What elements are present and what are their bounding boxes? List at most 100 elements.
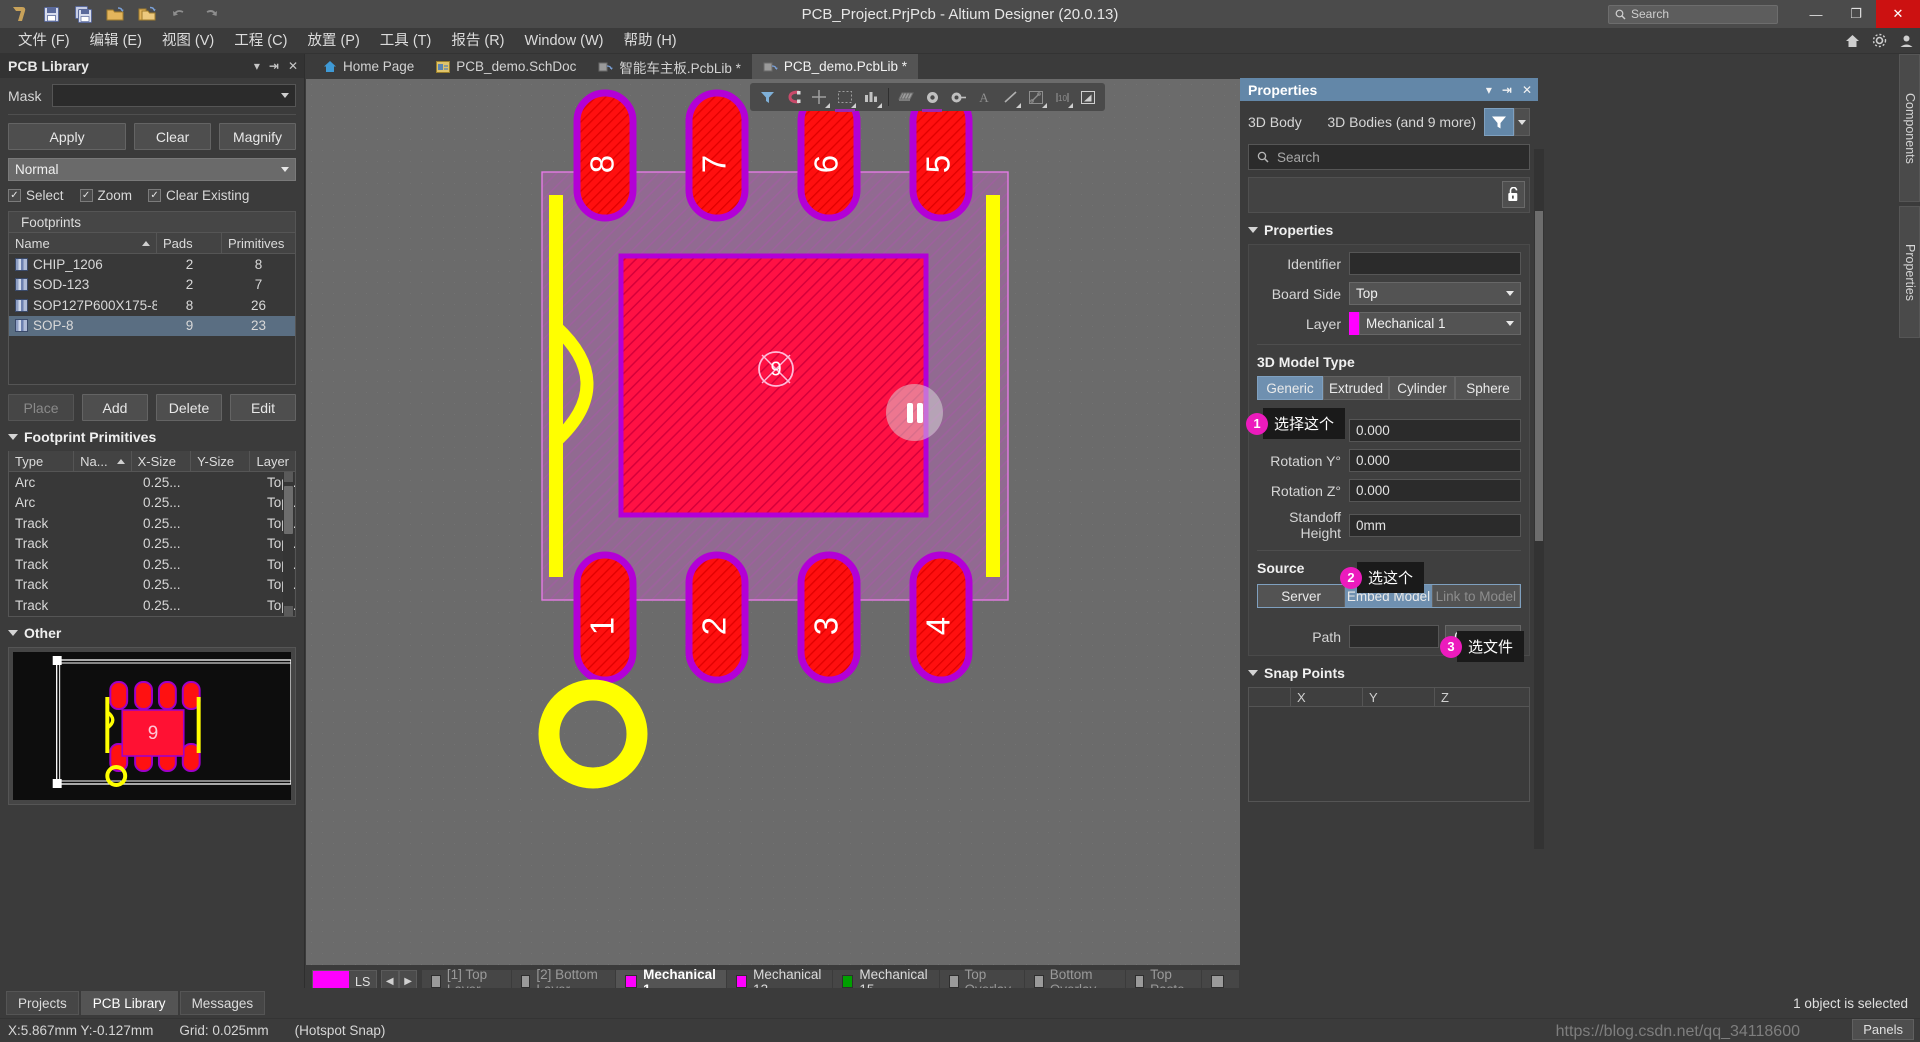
menu-edit[interactable]: 编辑 (E) [80,28,152,54]
menu-window[interactable]: Window (W) [515,28,614,54]
scroll-down-button[interactable] [284,605,293,616]
save-icon[interactable] [38,2,64,26]
properties-scroll-thumb[interactable] [1535,211,1543,541]
rotation-x-input[interactable]: 0.000 [1349,419,1521,442]
altium-logo-icon[interactable] [6,2,32,26]
menu-view[interactable]: 视图 (V) [152,28,224,54]
pause-overlay-badge[interactable] [886,384,943,441]
gear-icon[interactable] [1872,33,1887,48]
pcb-canvas[interactable]: A 10 8 7 6 5 1 2 3 4 9 [306,79,1240,965]
chevron-down-icon[interactable] [281,167,289,172]
place-dimension-bar-icon[interactable] [859,85,883,109]
menu-file[interactable]: 文件 (F) [8,28,80,54]
primitives-scroll-thumb[interactable] [284,486,293,534]
place-fill-icon[interactable] [1076,85,1100,109]
panel-pin-icon[interactable]: ⇥ [269,59,279,73]
menu-place[interactable]: 放置 (P) [297,28,369,54]
rotation-z-input[interactable]: 0.000 [1349,479,1521,502]
source-option-server[interactable]: Server [1258,585,1346,607]
panels-button[interactable]: Panels [1852,1019,1914,1040]
doc-tab-home-page[interactable]: Home Page [312,54,425,79]
global-search-box[interactable]: Search [1608,4,1778,24]
menu-project[interactable]: 工程 (C) [224,28,297,54]
place-via-icon[interactable] [946,85,970,109]
open-icon[interactable] [102,2,128,26]
home-icon[interactable] [1845,34,1860,48]
clear-button[interactable]: Clear [134,123,212,150]
redo-icon[interactable] [198,2,224,26]
primitive-row[interactable]: Arc0.25...Top... [9,472,295,493]
primitive-row[interactable]: Track0.25...Top... [9,595,295,616]
checkbox-clear-existing-box[interactable]: ✓ [148,189,162,202]
doc-tab-pcblib-car[interactable]: 智能车主板.PcbLib * [587,54,752,79]
layer-select[interactable]: Mechanical 1 [1359,312,1521,335]
place-3d-body-icon[interactable] [894,85,918,109]
dropdown-corner-icon[interactable] [877,103,882,108]
menu-tools[interactable]: 工具 (T) [370,28,442,54]
place-region-icon[interactable] [833,85,857,112]
footprints-col-primitives[interactable]: Primitives [222,233,295,253]
footprint-row[interactable]: SOD-123 2 7 [9,275,295,296]
vtab-properties[interactable]: Properties [1899,206,1920,338]
properties-search-input[interactable]: Search [1248,144,1530,170]
dropdown-corner-icon[interactable] [1016,103,1021,108]
checkbox-zoom[interactable]: ✓ Zoom [79,188,132,203]
footprint-row[interactable]: SOP-8 9 23 [9,315,295,336]
board-side-select[interactable]: Top [1349,282,1521,305]
edit-button[interactable]: Edit [230,394,296,421]
mask-mode-select[interactable]: Normal [8,158,296,181]
checkbox-clear-existing[interactable]: ✓ Clear Existing [148,188,249,203]
unlock-button[interactable] [1502,181,1525,208]
checkbox-select-box[interactable]: ✓ [8,189,21,202]
snap-col-y[interactable]: Y [1363,688,1435,706]
place-button[interactable]: Place [8,394,74,421]
other-section-header[interactable]: Other [8,625,296,641]
dropdown-corner-icon[interactable] [1042,103,1047,108]
primitives-col-layer[interactable]: Layer [250,451,295,471]
chevron-down-icon[interactable] [281,93,289,98]
footprint-graphic[interactable]: 8 7 6 5 1 2 3 4 9 [306,79,1240,965]
footprint-row[interactable]: CHIP_1206 2 8 [9,254,295,275]
apply-button[interactable]: Apply [8,123,127,150]
standoff-height-input[interactable]: 0mm [1349,513,1521,537]
properties-scrollbar[interactable] [1534,149,1544,849]
primitive-row[interactable]: Track0.25...Top... [9,554,295,575]
delete-button[interactable]: Delete [156,394,222,421]
panel-tab-messages[interactable]: Messages [179,991,266,1015]
filter-button[interactable] [1484,108,1514,136]
add-button[interactable]: Add [82,394,148,421]
undo-icon[interactable] [166,2,192,26]
snap-col-x[interactable]: X [1291,688,1363,706]
primitives-col-type[interactable]: Type [9,451,75,471]
panel-close-icon[interactable]: ✕ [288,59,298,73]
save-all-icon[interactable] [70,2,96,26]
panel-pin-icon[interactable]: ⇥ [1502,83,1512,97]
place-dimension-icon[interactable]: 10 [1050,85,1074,109]
primitives-col-name[interactable]: Na... [74,451,132,471]
model-type-generic[interactable]: Generic [1257,376,1323,400]
properties-section-header[interactable]: Properties [1248,222,1530,238]
footprint-row[interactable]: SOP127P600X175-8N 8 26 [9,295,295,316]
checkbox-zoom-box[interactable]: ✓ [79,189,93,202]
minimize-button[interactable]: — [1796,0,1836,28]
close-button[interactable]: ✕ [1876,0,1920,28]
footprints-group-header[interactable]: Footprints [8,211,296,233]
snap-points-section-header[interactable]: Snap Points [1248,665,1530,681]
magnify-button[interactable]: Magnify [219,123,296,150]
footprint-preview-canvas[interactable]: 9 [13,651,291,800]
footprints-col-name[interactable]: Name [9,233,157,253]
doc-tab-schdoc[interactable]: PCB_demo.SchDoc [425,54,587,79]
dropdown-corner-icon[interactable] [825,103,830,108]
identifier-input[interactable] [1349,252,1521,275]
model-type-extruded[interactable]: Extruded [1323,376,1389,400]
magnet-icon[interactable] [781,85,805,109]
primitive-row[interactable]: Arc0.25...Top... [9,493,295,514]
place-arc-icon[interactable] [1024,85,1048,109]
footprints-col-pads[interactable]: Pads [157,233,222,253]
snap-col-z[interactable]: Z [1435,688,1529,706]
primitives-col-ysize[interactable]: Y-Size [191,451,251,471]
snap-points-table-body[interactable] [1248,707,1530,802]
source-option-link-to-model[interactable]: Link to Model [1432,585,1520,607]
panel-tab-projects[interactable]: Projects [6,991,79,1015]
model-type-sphere[interactable]: Sphere [1455,376,1521,400]
